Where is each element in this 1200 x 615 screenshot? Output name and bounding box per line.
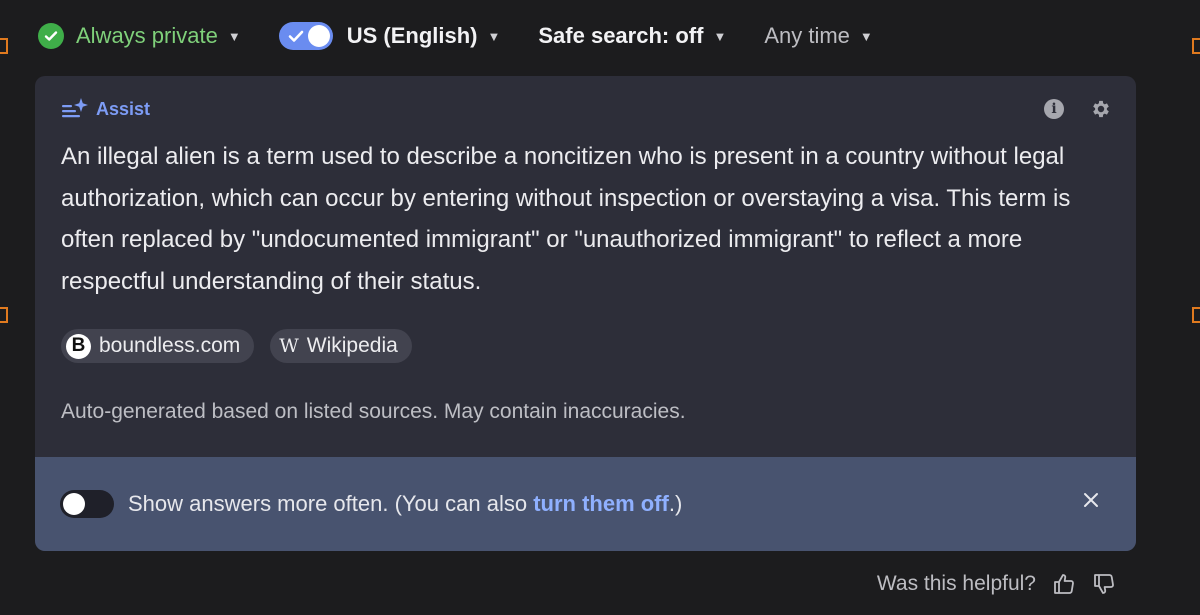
assist-header-actions: i <box>1044 98 1112 120</box>
region-label: US (English) <box>346 23 478 48</box>
check-circle-icon <box>38 23 64 49</box>
assist-label: Assist <box>96 98 151 119</box>
feedback-question: Was this helpful? <box>876 572 1036 595</box>
selection-handle <box>0 307 8 323</box>
region-toggle[interactable] <box>278 22 333 50</box>
source-label: Wikipedia <box>306 334 398 357</box>
info-icon[interactable]: i <box>1044 99 1064 119</box>
check-icon <box>288 30 304 42</box>
caret-down-icon: ▼ <box>713 28 727 44</box>
caret-down-icon: ▼ <box>487 28 501 44</box>
safe-search-dropdown[interactable]: Safe search: off ▼ <box>538 23 726 49</box>
privacy-label: Always private <box>76 23 218 48</box>
promo-text-after: .) <box>668 491 683 516</box>
assist-card: Assist i An illegal alien is a term used… <box>35 76 1136 551</box>
boundless-logo-icon: B <box>66 333 91 359</box>
assist-answer-text: An illegal alien is a term used to descr… <box>61 143 1071 295</box>
promo-text: Show answers more often. (You can also t… <box>128 491 682 517</box>
privacy-dropdown[interactable]: Always private ▼ <box>38 23 241 49</box>
source-chip-boundless[interactable]: B boundless.com <box>61 329 255 363</box>
wikipedia-logo-icon: W <box>279 335 299 357</box>
thumbs-up-icon[interactable] <box>1052 572 1076 596</box>
caret-down-icon: ▼ <box>227 28 241 44</box>
selection-handle <box>0 38 8 54</box>
turn-off-link[interactable]: turn them off <box>533 491 669 516</box>
source-chips: B boundless.com W Wikipedia <box>61 329 428 363</box>
thumbs-down-icon[interactable] <box>1092 572 1116 596</box>
caret-down-icon: ▼ <box>859 28 873 44</box>
feedback-row: Was this helpful? <box>877 572 1116 596</box>
show-answers-toggle[interactable] <box>60 490 114 518</box>
assist-header: Assist <box>61 97 150 121</box>
selection-handle <box>1192 38 1200 54</box>
source-label: boundless.com <box>99 334 241 357</box>
assist-sparkle-icon <box>62 98 88 118</box>
disclaimer-text: Auto-generated based on listed sources. … <box>61 400 686 423</box>
toggle-knob <box>307 25 330 47</box>
answer-frequency-banner: Show answers more often. (You can also t… <box>35 457 1136 551</box>
safe-search-label: Safe search: off <box>538 23 704 48</box>
time-label: Any time <box>764 23 850 48</box>
promo-text-before: Show answers more often. (You can also <box>128 491 534 516</box>
close-icon[interactable] <box>1082 491 1100 509</box>
source-chip-wikipedia[interactable]: W Wikipedia <box>270 329 412 363</box>
gear-icon[interactable] <box>1090 98 1112 120</box>
toggle-knob <box>63 493 85 515</box>
search-filter-bar: Always private ▼ US (English) ▼ Safe sea… <box>38 20 911 52</box>
time-dropdown[interactable]: Any time ▼ <box>764 23 872 49</box>
selection-handle <box>1192 307 1200 323</box>
region-dropdown[interactable]: US (English) ▼ <box>278 22 501 50</box>
